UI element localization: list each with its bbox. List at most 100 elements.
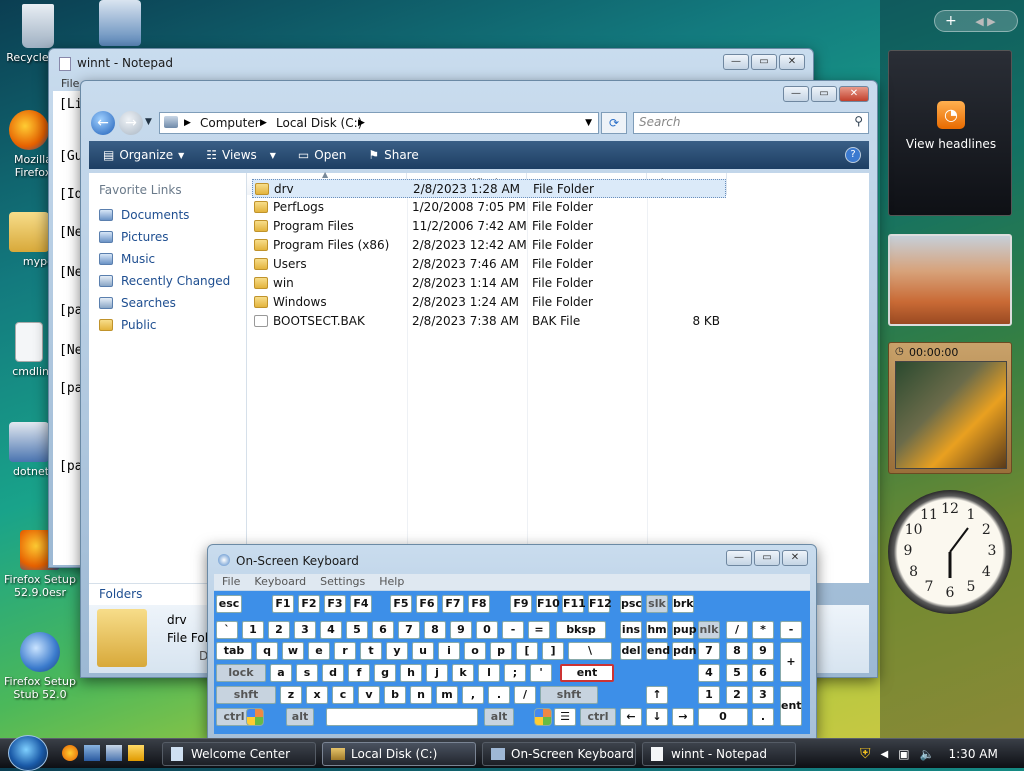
key-hm[interactable]: hm bbox=[646, 621, 668, 639]
key-9[interactable]: 9 bbox=[450, 621, 472, 639]
file-row[interactable]: drv 2/8/2023 1:28 AM File Folder bbox=[252, 179, 726, 198]
osk-menu-file[interactable]: File bbox=[222, 574, 240, 590]
maximize-button[interactable]: ▭ bbox=[754, 550, 780, 566]
nav-music[interactable]: Music bbox=[93, 248, 243, 270]
key-z[interactable]: z bbox=[280, 686, 302, 704]
key-t[interactable]: t bbox=[360, 642, 382, 660]
close-button[interactable]: ✕ bbox=[779, 54, 805, 70]
key-esc[interactable]: esc bbox=[216, 595, 242, 613]
maximize-button[interactable]: ▭ bbox=[751, 54, 777, 70]
key-0[interactable]: 0 bbox=[476, 621, 498, 639]
network-icon[interactable]: ▣ bbox=[898, 747, 909, 761]
key-sym[interactable]: . bbox=[752, 708, 774, 726]
key-j[interactable]: j bbox=[426, 664, 448, 682]
key-d[interactable]: d bbox=[322, 664, 344, 682]
back-button[interactable]: ← bbox=[91, 111, 115, 135]
key-sym[interactable]: - bbox=[502, 621, 524, 639]
search-icon[interactable]: ⚲ bbox=[854, 114, 863, 128]
close-button[interactable]: ✕ bbox=[839, 86, 869, 102]
key-2[interactable]: 2 bbox=[268, 621, 290, 639]
key-sym[interactable]: = bbox=[528, 621, 550, 639]
key-ent[interactable]: ent bbox=[780, 686, 802, 726]
task-on-screen-keyboard[interactable]: On-Screen Keyboard bbox=[482, 742, 636, 766]
key-F3[interactable]: F3 bbox=[324, 595, 346, 613]
show-desktop-icon[interactable] bbox=[84, 745, 100, 761]
key-w[interactable]: w bbox=[282, 642, 304, 660]
key-ctrl[interactable]: ctrl bbox=[580, 708, 616, 726]
key-F12[interactable]: F12 bbox=[588, 595, 612, 613]
forward-button[interactable]: → bbox=[119, 111, 143, 135]
key-2[interactable]: 2 bbox=[726, 686, 748, 704]
key-f[interactable]: f bbox=[348, 664, 370, 682]
key-y[interactable]: y bbox=[386, 642, 408, 660]
search-input[interactable]: Search bbox=[639, 115, 681, 129]
key-shft[interactable]: shft bbox=[540, 686, 598, 704]
key-g[interactable]: g bbox=[374, 664, 396, 682]
key-p[interactable]: p bbox=[490, 642, 512, 660]
key-sym[interactable]: ↓ bbox=[646, 708, 668, 726]
start-button[interactable] bbox=[8, 735, 48, 771]
file-list[interactable]: Name Date modified Type Size ▲ drv2/8/20… bbox=[247, 170, 869, 583]
key-sym[interactable]: / bbox=[726, 621, 748, 639]
key-7[interactable]: 7 bbox=[398, 621, 420, 639]
nav-pictures[interactable]: Pictures bbox=[93, 226, 243, 248]
feed-headlines-gadget[interactable]: ◔ View headlines bbox=[888, 50, 1012, 216]
key-ins[interactable]: ins bbox=[620, 621, 642, 639]
key-h[interactable]: h bbox=[400, 664, 422, 682]
task-local-disk[interactable]: Local Disk (C:) bbox=[322, 742, 476, 766]
key-m[interactable]: m bbox=[436, 686, 458, 704]
key-8[interactable]: 8 bbox=[726, 642, 748, 660]
key-brk[interactable]: brk bbox=[672, 595, 694, 613]
slideshow-gadget[interactable] bbox=[888, 234, 1012, 326]
sidebar-controls[interactable]: + ◀ ▶ bbox=[934, 10, 1018, 32]
close-button[interactable]: ✕ bbox=[782, 550, 808, 566]
key-sym[interactable]: → bbox=[672, 708, 694, 726]
help-icon[interactable]: ? bbox=[845, 147, 861, 163]
key-sym[interactable]: ` bbox=[216, 621, 238, 639]
nav-searches[interactable]: Searches bbox=[93, 292, 243, 314]
key-ent[interactable]: ent bbox=[560, 664, 614, 682]
search-box[interactable]: Search ⚲ bbox=[633, 112, 869, 134]
key-1[interactable]: 1 bbox=[242, 621, 264, 639]
open-button[interactable]: ▭ Open bbox=[298, 148, 346, 162]
breadcrumb-local-disk[interactable]: Local Disk (C:) bbox=[276, 113, 362, 133]
key-3[interactable]: 3 bbox=[294, 621, 316, 639]
key-sym[interactable]: ; bbox=[504, 664, 526, 682]
key-F7[interactable]: F7 bbox=[442, 595, 464, 613]
clock-time[interactable]: 1:30 AM bbox=[949, 747, 998, 761]
key-l[interactable]: l bbox=[478, 664, 500, 682]
key-3[interactable]: 3 bbox=[752, 686, 774, 704]
key-v[interactable]: v bbox=[358, 686, 380, 704]
key-shft[interactable]: shft bbox=[216, 686, 276, 704]
file-row[interactable]: Program Files (x86) 2/8/2023 12:42 AM File… bbox=[252, 236, 726, 255]
file-row[interactable]: PerfLogs 1/20/2008 7:05 PM File Folder bbox=[252, 198, 726, 217]
key-sym[interactable]: ↑ bbox=[646, 686, 668, 704]
key-F5[interactable]: F5 bbox=[390, 595, 412, 613]
osk-menu-help[interactable]: Help bbox=[379, 574, 404, 590]
key-4[interactable]: 4 bbox=[320, 621, 342, 639]
task-welcome-center[interactable]: Welcome Center bbox=[162, 742, 316, 766]
key-del[interactable]: del bbox=[620, 642, 642, 660]
key-F1[interactable]: F1 bbox=[272, 595, 294, 613]
nav-public[interactable]: Public bbox=[93, 314, 243, 336]
address-bar[interactable]: ▶ Computer ▶ Local Disk (C:) ▶ ▼ bbox=[159, 112, 599, 134]
key-sym[interactable]: [ bbox=[516, 642, 538, 660]
key-F8[interactable]: F8 bbox=[468, 595, 490, 613]
volume-icon[interactable]: 🔈 bbox=[920, 747, 935, 761]
key-sym[interactable]: - bbox=[780, 621, 802, 639]
switch-windows-icon[interactable] bbox=[106, 745, 122, 761]
maximize-button[interactable]: ▭ bbox=[811, 86, 837, 102]
windows-key-icon[interactable] bbox=[534, 708, 552, 726]
key-i[interactable]: i bbox=[438, 642, 460, 660]
key-1[interactable]: 1 bbox=[698, 686, 720, 704]
picture-puzzle-gadget[interactable]: ◷ 00:00:00 bbox=[888, 342, 1012, 474]
key-nlk[interactable]: nlk bbox=[698, 621, 720, 639]
key-alt[interactable]: alt bbox=[484, 708, 514, 726]
key-F2[interactable]: F2 bbox=[298, 595, 320, 613]
key-k[interactable]: k bbox=[452, 664, 474, 682]
key-sym[interactable]: * bbox=[752, 621, 774, 639]
key-a[interactable]: a bbox=[270, 664, 292, 682]
key-psc[interactable]: psc bbox=[620, 595, 642, 613]
key-lock[interactable]: lock bbox=[216, 664, 266, 682]
key-c[interactable]: c bbox=[332, 686, 354, 704]
